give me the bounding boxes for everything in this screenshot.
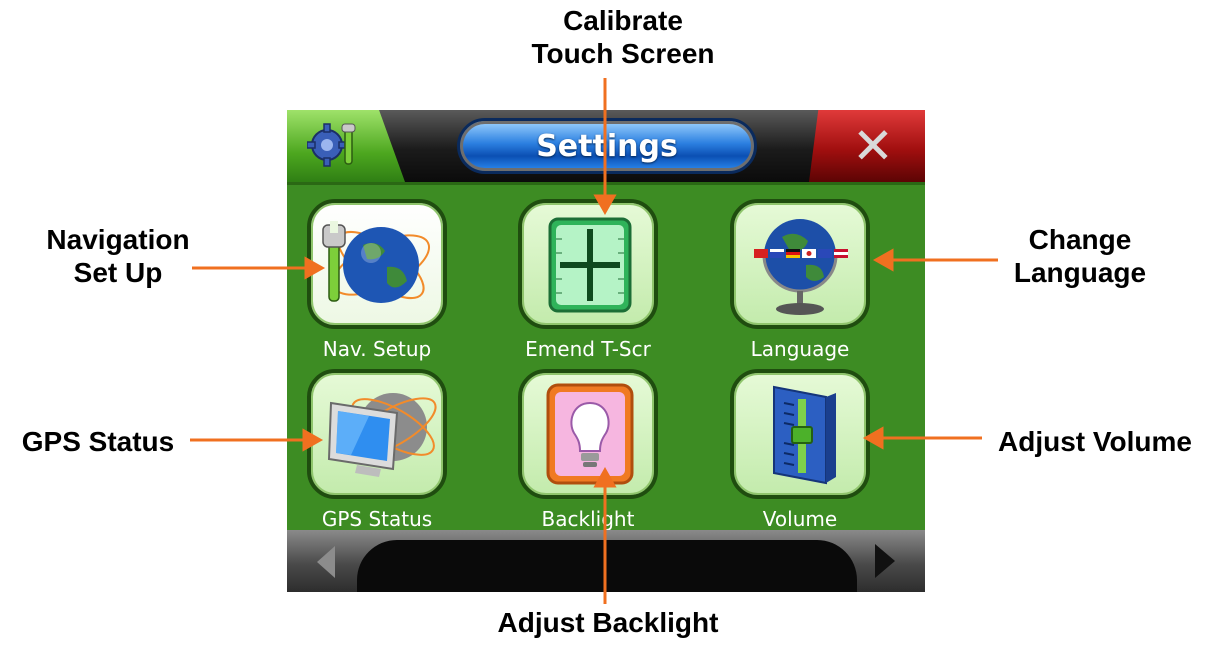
tile-label-gps-status: GPS Status: [321, 507, 433, 531]
triangle-right-icon[interactable]: [875, 544, 895, 578]
tile-label-language: Language: [750, 337, 850, 361]
bottom-track: [357, 540, 857, 592]
callout-adjust-volume: Adjust Volume: [998, 426, 1192, 457]
callout-change-line1: Change: [1028, 224, 1132, 255]
monitor-globe-icon: [327, 393, 437, 477]
lightbulb-icon: [546, 383, 634, 485]
callout-adjust-backlight: Adjust Backlight: [497, 607, 719, 638]
globe-flags-icon: [754, 219, 848, 315]
tile-nav-setup[interactable]: [307, 199, 447, 329]
tile-emend-tscr[interactable]: [518, 199, 658, 329]
callout-calibrate: Calibrate Touch Screen: [510, 4, 736, 70]
tile-label-emend-tscr: Emend T-Scr: [525, 337, 651, 361]
tile-label-nav-setup: Nav. Setup: [322, 337, 432, 361]
tile-backlight[interactable]: [518, 369, 658, 499]
callout-gps-status: GPS Status: [21, 426, 175, 457]
settings-grid: Nav. Setup Emend T-Scr Language GPS Stat…: [287, 182, 925, 531]
callout-calibrate-line1: Calibrate: [563, 5, 683, 36]
callout-calibrate-line2: Touch Screen: [531, 38, 715, 69]
triangle-left-icon[interactable]: [317, 546, 335, 578]
tile-volume[interactable]: [730, 369, 870, 499]
globe-wrench-icon: [322, 221, 431, 303]
crosshair-icon: [548, 217, 632, 313]
callout-navigation-line1: Navigation: [46, 224, 190, 255]
bottom-bar: [287, 530, 925, 592]
device-screen: Settings ✕ Nav. Setup Emend T-Scr Langua…: [287, 110, 925, 592]
callout-navigation-line2: Set Up: [73, 257, 163, 288]
tile-language[interactable]: [730, 199, 870, 329]
callout-navigation: Navigation Set Up: [30, 223, 206, 289]
tile-label-volume: Volume: [762, 507, 838, 531]
close-button[interactable]: ✕: [809, 110, 925, 182]
tile-label-backlight: Backlight: [541, 507, 635, 531]
close-icon: ✕: [852, 117, 894, 175]
window-title: Settings: [536, 128, 678, 164]
settings-app-button[interactable]: [287, 110, 405, 182]
title-pill: Settings: [457, 118, 757, 174]
callout-change-language: Change Language: [998, 223, 1162, 289]
title-bar: Settings ✕: [287, 110, 925, 182]
volume-slider-icon: [773, 385, 836, 485]
callout-change-line2: Language: [1013, 257, 1147, 288]
gear-wrench-icon: [307, 123, 356, 167]
tile-gps-status[interactable]: [307, 369, 447, 499]
